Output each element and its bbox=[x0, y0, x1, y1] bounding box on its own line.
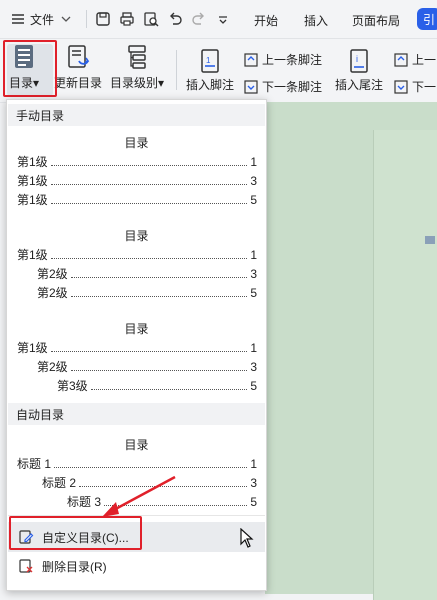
auto-toc-header: 自动目录 bbox=[8, 403, 265, 425]
comment-marker-icon[interactable] bbox=[425, 235, 435, 245]
insert-endnote-button[interactable]: i 插入尾注 bbox=[335, 48, 383, 93]
toc-entry: 第1级 1 bbox=[17, 341, 257, 355]
toc-level-label: 目录级别▾ bbox=[110, 76, 165, 90]
toc-button-annotation-box bbox=[3, 40, 57, 97]
file-menu-label: 文件 bbox=[30, 12, 55, 27]
toc-entry: 第1级 3 bbox=[17, 174, 257, 188]
quick-access-dropdown-icon[interactable] bbox=[215, 11, 231, 27]
toc-template-title: 目录 bbox=[124, 322, 149, 336]
update-toc-label: 更新目录 bbox=[54, 76, 103, 90]
toc-template-title: 目录 bbox=[124, 136, 149, 150]
toc-entry: 第2级 3 bbox=[37, 267, 257, 281]
next-footnote-button[interactable]: 下一条脚注 bbox=[243, 78, 322, 95]
tab-references-active[interactable]: 引 bbox=[417, 8, 437, 30]
toc-entry: 第1级 5 bbox=[17, 193, 257, 207]
next-footnote-icon bbox=[244, 79, 258, 94]
hamburger-icon bbox=[12, 14, 24, 24]
toc-entry: 第2级 5 bbox=[37, 286, 257, 300]
print-icon[interactable] bbox=[119, 11, 135, 27]
next-endnote-label: 下一 bbox=[412, 80, 437, 94]
toc-entry: 标题 11 bbox=[17, 457, 257, 471]
undo-icon[interactable] bbox=[167, 11, 183, 27]
custom-toc-annotation-box bbox=[9, 516, 142, 550]
next-endnote-icon bbox=[394, 79, 408, 94]
chevron-down-icon bbox=[61, 16, 71, 22]
endnote-icon: i bbox=[350, 49, 368, 73]
next-footnote-label: 下一条脚注 bbox=[262, 80, 323, 94]
delete-document-icon bbox=[19, 559, 33, 573]
svg-text:1: 1 bbox=[206, 56, 211, 65]
next-endnote-button[interactable]: 下一 bbox=[393, 78, 436, 95]
tab-insert[interactable]: 插入 bbox=[304, 12, 328, 29]
toc-level-button[interactable]: 目录级别▾ bbox=[110, 44, 164, 91]
toc-level-icon bbox=[128, 45, 146, 69]
manual-toc-header: 手动目录 bbox=[8, 104, 265, 126]
update-toc-button[interactable]: 更新目录 bbox=[54, 44, 102, 91]
print-preview-icon[interactable] bbox=[143, 11, 159, 27]
toc-entry: 第2级 3 bbox=[37, 360, 257, 374]
mouse-cursor-icon bbox=[240, 528, 254, 548]
insert-footnote-label: 插入脚注 bbox=[186, 78, 235, 92]
delete-toc-menu-item[interactable]: 删除目录(R) bbox=[8, 551, 265, 581]
toc-template-title: 目录 bbox=[124, 438, 149, 452]
prev-footnote-icon bbox=[244, 52, 258, 67]
toc-entry: 第1级 1 bbox=[17, 248, 257, 262]
tab-references-label: 引 bbox=[422, 12, 435, 27]
top-menu-bar: 文件 开始 插入 页面布局 引 bbox=[0, 0, 437, 39]
prev-footnote-button[interactable]: 上一条脚注 bbox=[243, 51, 322, 68]
tab-page-layout[interactable]: 页面布局 bbox=[352, 12, 400, 29]
toc-entry: 标题 35 bbox=[67, 495, 257, 509]
toolbar-divider bbox=[86, 10, 87, 28]
ribbon-divider bbox=[176, 50, 177, 90]
svg-text:i: i bbox=[356, 54, 358, 64]
redo-icon[interactable] bbox=[191, 11, 207, 27]
prev-endnote-icon bbox=[394, 52, 408, 67]
toc-template-title: 目录 bbox=[124, 229, 149, 243]
toc-entry: 第3级 5 bbox=[57, 379, 257, 393]
prev-endnote-label: 上一 bbox=[412, 53, 437, 67]
delete-toc-label: 删除目录(R) bbox=[42, 559, 107, 574]
save-icon[interactable] bbox=[95, 11, 111, 27]
prev-endnote-button[interactable]: 上一 bbox=[393, 51, 436, 68]
footnote-icon: 1 bbox=[201, 49, 219, 73]
prev-footnote-label: 上一条脚注 bbox=[262, 53, 323, 67]
update-toc-icon bbox=[68, 45, 90, 68]
file-menu-button[interactable]: 文件 bbox=[10, 0, 74, 38]
insert-footnote-button[interactable]: 1 插入脚注 bbox=[186, 48, 234, 93]
document-page[interactable] bbox=[373, 130, 437, 600]
toc-entry: 标题 23 bbox=[42, 476, 257, 490]
toc-entry: 第1级 1 bbox=[17, 155, 257, 169]
insert-endnote-label: 插入尾注 bbox=[335, 78, 384, 92]
tab-home[interactable]: 开始 bbox=[254, 12, 278, 29]
